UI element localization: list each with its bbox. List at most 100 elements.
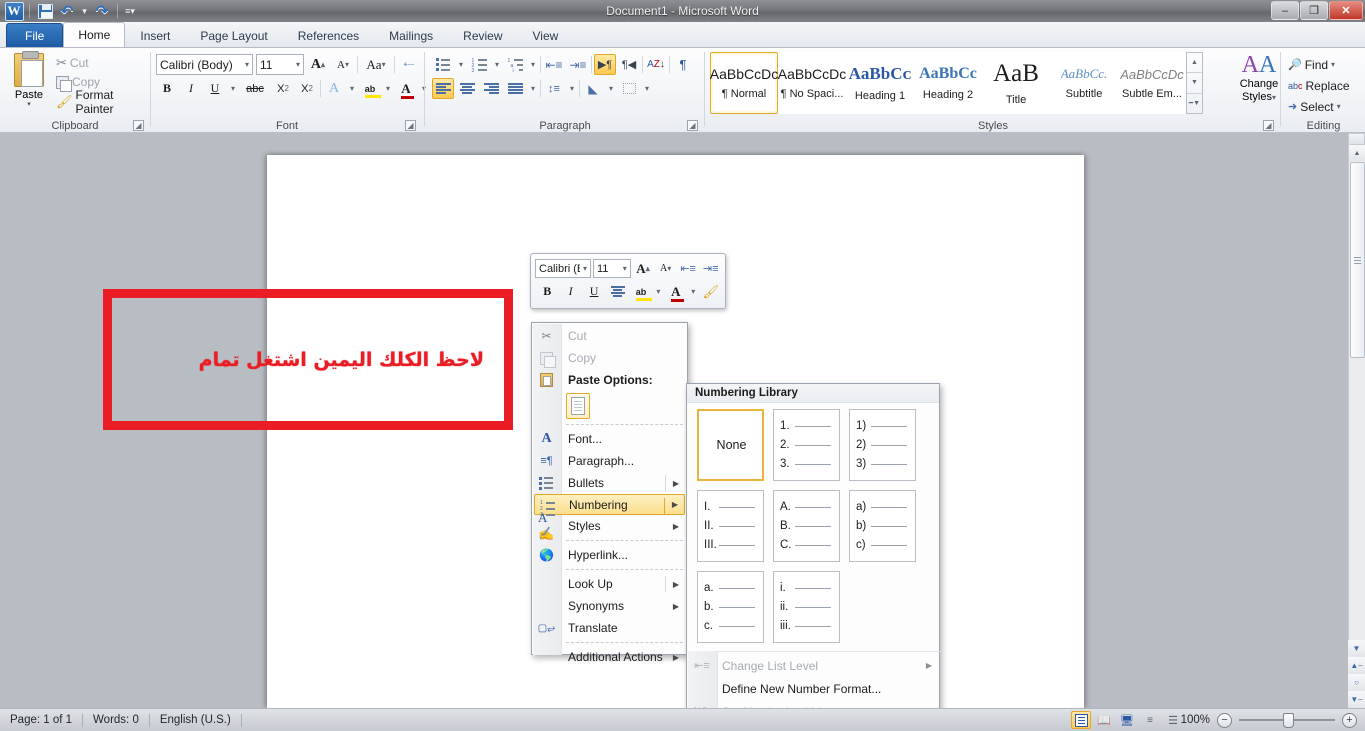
- numbering-cell-decimal-period[interactable]: 1. 2. 3.: [773, 409, 840, 481]
- increase-indent-icon[interactable]: ⇥≡: [567, 54, 589, 75]
- menu-item-synonyms[interactable]: Synonyms ▶: [534, 595, 685, 617]
- paste-button[interactable]: Paste ▾: [6, 51, 52, 114]
- redo-icon[interactable]: ↷: [92, 1, 112, 21]
- borders-chevron-icon[interactable]: ▾: [642, 78, 652, 99]
- clear-formatting-icon[interactable]: ⤎: [398, 54, 420, 75]
- mini-toolbar[interactable]: Calibri (B ▾ 11 ▾ A ▴ A ▾ ⇤≡ ⇥≡ B I U ab ▾: [530, 253, 726, 309]
- multilevel-chevron-icon[interactable]: ▾: [528, 54, 538, 75]
- mini-bold-icon[interactable]: B: [537, 282, 557, 301]
- page-indicator[interactable]: Page: 1 of 1: [0, 712, 82, 729]
- mini-center-icon[interactable]: [607, 282, 627, 301]
- change-case-icon[interactable]: Aa ▾: [361, 54, 391, 75]
- numbering-cell-lower-alpha-paren[interactable]: a) b) c): [849, 490, 916, 562]
- styles-more-icon[interactable]: ━▼: [1187, 94, 1202, 113]
- numbering-icon[interactable]: 123: [468, 54, 490, 75]
- zoom-out-button[interactable]: −: [1217, 712, 1232, 728]
- menu-item-styles[interactable]: A✍ Styles ▶: [534, 510, 685, 541]
- undo-dropdown-icon[interactable]: ▾: [79, 1, 90, 21]
- paste-dropdown-icon[interactable]: ▾: [27, 101, 31, 108]
- mini-decrease-indent-icon[interactable]: ⇤≡: [678, 259, 699, 278]
- mini-font-name-combo[interactable]: Calibri (B ▾: [535, 259, 591, 278]
- view-outline-icon[interactable]: ≡: [1140, 711, 1160, 729]
- show-formatting-marks-icon[interactable]: ¶: [672, 54, 694, 75]
- menu-item-numbering[interactable]: 123 Numbering ▶: [534, 494, 685, 518]
- bullets-chevron-icon[interactable]: ▾: [456, 54, 466, 75]
- minimize-button[interactable]: –: [1271, 1, 1299, 20]
- tab-file[interactable]: File: [6, 23, 64, 47]
- highlight-chevron-icon[interactable]: ▾: [383, 78, 393, 99]
- paragraph-dialog-launcher[interactable]: ◢: [687, 120, 698, 131]
- style-heading-2[interactable]: AaBbCc Heading 2: [914, 52, 982, 114]
- clipboard-dialog-launcher[interactable]: ◢: [133, 120, 144, 131]
- numbering-cell-decimal-paren[interactable]: 1) 2) 3): [849, 409, 916, 481]
- style-no-spacing[interactable]: AaBbCcDc ¶ No Spaci...: [778, 52, 846, 114]
- font-dialog-launcher[interactable]: ◢: [405, 120, 416, 131]
- highlight-icon[interactable]: ab: [359, 78, 381, 99]
- mini-format-painter-icon[interactable]: 🖌: [701, 282, 721, 301]
- numbering-library-flyout[interactable]: Numbering Library None 1. 2. 3. 1) 2) 3)…: [686, 383, 940, 725]
- word-logo-icon[interactable]: W: [4, 1, 24, 21]
- restore-button[interactable]: ❐: [1300, 1, 1328, 20]
- scrollbar-thumb[interactable]: [1349, 162, 1365, 358]
- styles-scroll-down-icon[interactable]: ▼: [1187, 73, 1202, 94]
- styles-scroll-up-icon[interactable]: ▲: [1187, 53, 1202, 74]
- numbering-chevron-icon[interactable]: ▾: [492, 54, 502, 75]
- line-spacing-icon[interactable]: ↕≡: [543, 78, 565, 99]
- menu-item-additional-actions[interactable]: Additional Actions ▶: [534, 646, 685, 668]
- mini-font-color-chevron-icon[interactable]: ▾: [689, 282, 697, 301]
- line-spacing-chevron-icon[interactable]: ▾: [567, 78, 577, 99]
- font-color-icon[interactable]: A: [395, 78, 417, 99]
- numbering-cell-upper-roman[interactable]: I. II. III.: [697, 490, 764, 562]
- view-print-layout-icon[interactable]: [1071, 711, 1091, 729]
- superscript-icon[interactable]: X2: [296, 78, 318, 99]
- word-count[interactable]: Words: 0: [83, 712, 149, 729]
- split-window-button[interactable]: [1348, 133, 1365, 145]
- align-left-icon[interactable]: [432, 78, 454, 99]
- align-center-icon[interactable]: [456, 78, 478, 99]
- strikethrough-icon[interactable]: abc: [240, 78, 270, 99]
- style-heading-1[interactable]: AaBbCᴄ Heading 1: [846, 52, 914, 114]
- next-page-icon[interactable]: ▼–: [1348, 691, 1365, 708]
- tab-references[interactable]: References: [283, 23, 374, 47]
- define-new-number-format-item[interactable]: Define New Number Format...: [688, 677, 940, 700]
- customize-qat-icon[interactable]: ≡▾: [123, 1, 137, 21]
- italic-icon[interactable]: I: [180, 78, 202, 99]
- mini-font-color-icon[interactable]: A: [666, 282, 686, 302]
- menu-item-copy[interactable]: Copy: [534, 347, 685, 369]
- mini-underline-icon[interactable]: U: [584, 282, 604, 301]
- scroll-up-icon[interactable]: ▲: [1348, 145, 1365, 161]
- mini-italic-icon[interactable]: I: [560, 282, 580, 301]
- zoom-slider[interactable]: [1239, 712, 1335, 728]
- format-painter-button[interactable]: 🖌 Format Painter: [56, 88, 150, 116]
- mini-highlight-icon[interactable]: ab: [631, 282, 652, 301]
- view-web-layout-icon[interactable]: 🖥: [1117, 711, 1137, 729]
- bullets-icon[interactable]: [432, 54, 454, 75]
- change-list-level-item[interactable]: ⇤≡ Change List Level ▶: [688, 654, 940, 677]
- replace-button[interactable]: ab c Replace: [1288, 75, 1350, 96]
- shrink-font-icon[interactable]: A ▾: [332, 54, 354, 75]
- sort-icon[interactable]: AZ↓: [645, 54, 667, 75]
- tab-home[interactable]: Home: [63, 22, 126, 47]
- menu-item-font[interactable]: A Font...: [534, 428, 685, 450]
- grow-font-icon[interactable]: A ▴: [307, 54, 329, 75]
- numbering-cell-upper-alpha[interactable]: A. B. C.: [773, 490, 840, 562]
- mini-grow-font-icon[interactable]: A ▴: [633, 259, 654, 278]
- justify-chevron-icon[interactable]: ▾: [528, 78, 538, 99]
- bold-icon[interactable]: B: [156, 78, 178, 99]
- save-icon[interactable]: [35, 1, 55, 21]
- mini-font-size-combo[interactable]: 11 ▾: [593, 259, 631, 278]
- close-button[interactable]: ✕: [1329, 1, 1363, 20]
- tab-view[interactable]: View: [518, 23, 574, 47]
- numbering-cell-none[interactable]: None: [697, 409, 764, 481]
- style-subtle-emphasis[interactable]: AaBbCcDᴄ Subtle Em...: [1118, 52, 1186, 114]
- menu-item-cut[interactable]: ✂ Cut: [534, 325, 685, 347]
- tab-review[interactable]: Review: [448, 23, 517, 47]
- mini-increase-indent-icon[interactable]: ⇥≡: [700, 259, 721, 278]
- style-normal[interactable]: AaBbCcDc ¶ Normal: [710, 52, 778, 114]
- subscript-icon[interactable]: X2: [272, 78, 294, 99]
- menu-item-look-up[interactable]: Look Up ▶: [534, 573, 685, 595]
- keep-source-formatting-icon[interactable]: [566, 393, 590, 419]
- zoom-in-button[interactable]: +: [1342, 712, 1357, 728]
- tab-mailings[interactable]: Mailings: [374, 23, 448, 47]
- ltr-text-direction-icon[interactable]: ▶¶: [594, 54, 616, 75]
